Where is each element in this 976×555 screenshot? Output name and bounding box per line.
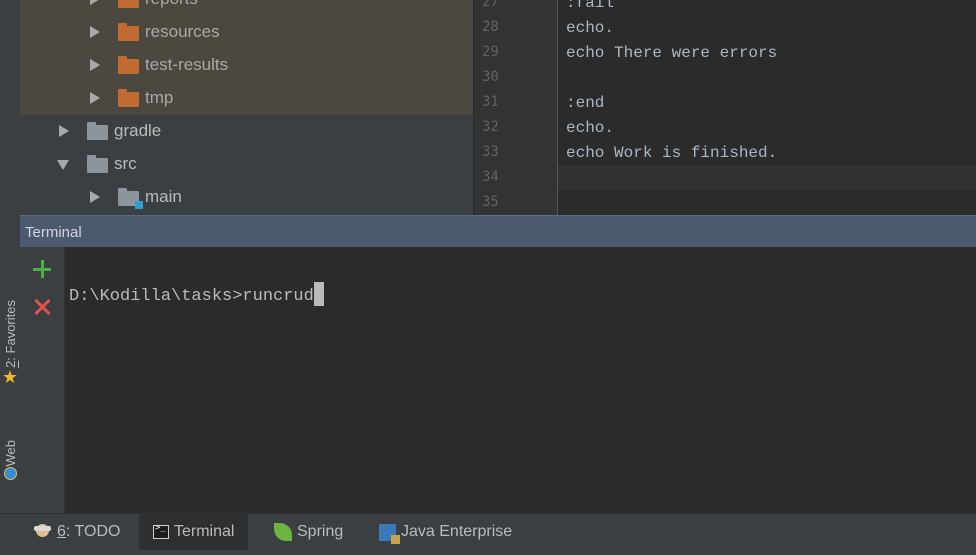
terminal-output[interactable]: D:\Kodilla\tasks>runcrud (65, 247, 976, 513)
bottom-tool-bar: 6: TODO Terminal Spring Java Enterprise (0, 513, 976, 555)
tree-item-reports[interactable]: reports (20, 0, 473, 16)
add-session-icon[interactable] (32, 259, 52, 279)
tree-item-resources[interactable]: resources (20, 16, 473, 49)
code-line[interactable]: :fail (566, 0, 614, 12)
line-number: 27 (482, 0, 499, 10)
tree-item-label: src (114, 154, 137, 173)
terminal-title: Terminal (25, 224, 82, 241)
java-enterprise-icon (379, 523, 400, 544)
collapse-arrow-icon[interactable] (57, 160, 69, 170)
terminal-toolbar (20, 247, 65, 513)
tree-item-main[interactable]: main (20, 181, 473, 214)
tree-item-test-results[interactable]: test-results (20, 49, 473, 82)
star-icon: ★ (1, 366, 19, 387)
expand-arrow-icon[interactable] (90, 191, 100, 203)
java-enterprise-tool-tab[interactable]: Java Enterprise (365, 514, 526, 550)
expand-arrow-icon[interactable] (90, 59, 100, 71)
expand-arrow-icon[interactable] (90, 0, 100, 5)
terminal-tool-tab[interactable]: Terminal (139, 514, 249, 550)
terminal-cursor (313, 282, 324, 306)
todo-tab-number: 6 (57, 523, 66, 540)
code-line[interactable]: :end (566, 94, 604, 112)
tree-item-label: gradle (114, 121, 162, 140)
left-tool-strip: 2: Favorites ★ Web (0, 0, 20, 513)
todo-icon (34, 524, 52, 540)
folder-icon (118, 23, 139, 41)
close-session-icon[interactable] (32, 297, 52, 317)
code-line[interactable]: echo. (566, 119, 614, 137)
java-enterprise-tab-label: Java Enterprise (401, 523, 513, 540)
line-number: 28 (482, 19, 499, 35)
terminal-tab-label: Terminal (174, 523, 235, 540)
todo-tool-tab[interactable]: 6: TODO (20, 514, 134, 550)
folder-icon (118, 0, 139, 8)
code-line[interactable]: echo Work is finished. (566, 144, 777, 162)
expand-arrow-icon[interactable] (59, 125, 69, 137)
terminal-header: Terminal (20, 215, 976, 247)
web-tool-label: Web (2, 440, 18, 467)
tree-item-label: test-results (145, 55, 229, 74)
favorites-tool-tab[interactable]: 2: Favorites ★ (0, 300, 20, 386)
folder-icon (118, 56, 139, 74)
tree-item-label: resources (145, 22, 220, 41)
terminal-prompt[interactable]: D:\Kodilla\tasks>runcrud (69, 282, 324, 306)
terminal-icon (153, 523, 169, 539)
line-number: 31 (482, 94, 499, 110)
spring-tool-tab[interactable]: Spring (260, 514, 357, 550)
line-number: 33 (482, 144, 499, 160)
tree-item-label: main (145, 187, 182, 206)
expand-arrow-icon[interactable] (90, 92, 100, 104)
line-number: 34 (482, 169, 499, 185)
favorites-tool-label: 2: Favorites (2, 300, 18, 368)
expand-arrow-icon[interactable] (90, 26, 100, 38)
code-line[interactable]: echo. (566, 19, 614, 37)
line-number: 29 (482, 44, 499, 60)
line-number: 32 (482, 119, 499, 135)
tree-item-src[interactable]: src (20, 148, 473, 181)
folder-icon (118, 89, 139, 107)
tree-item-tmp[interactable]: tmp (20, 82, 473, 115)
project-tree: reports resources test-results tmp gradl… (20, 0, 473, 215)
tree-item-gradle[interactable]: gradle (20, 115, 473, 148)
todo-tab-label: : TODO (65, 523, 121, 540)
web-tool-tab[interactable]: Web (0, 440, 20, 480)
code-line[interactable]: echo There were errors (566, 44, 777, 62)
current-line-highlight (558, 165, 976, 190)
source-folder-icon (118, 188, 143, 209)
spring-tab-label: Spring (297, 523, 344, 540)
folder-icon (87, 122, 108, 140)
line-number: 35 (482, 194, 499, 210)
tree-item-label: reports (145, 0, 198, 9)
globe-icon (3, 466, 17, 480)
spring-leaf-icon (274, 523, 292, 541)
tree-item-label: tmp (145, 88, 174, 107)
folder-icon (87, 155, 108, 173)
line-number: 30 (482, 69, 499, 85)
